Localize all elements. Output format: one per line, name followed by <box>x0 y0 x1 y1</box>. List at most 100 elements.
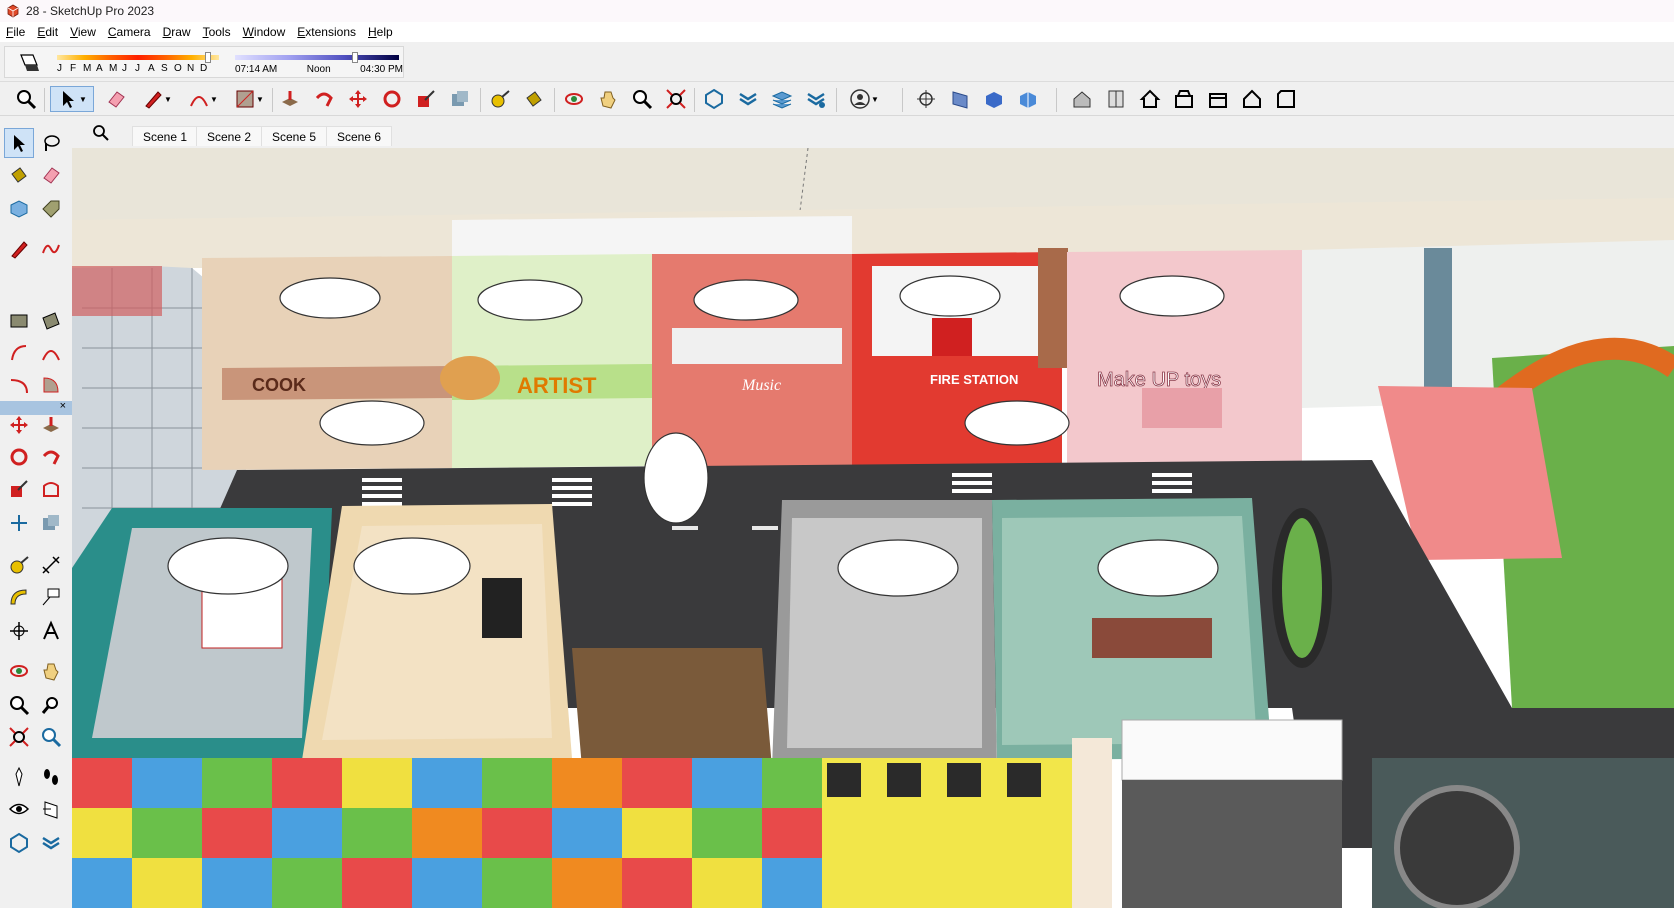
push-pull-tool[interactable] <box>36 410 66 440</box>
back-view-button[interactable] <box>1204 86 1232 112</box>
lasso-tool[interactable] <box>36 128 66 158</box>
pan-tool[interactable] <box>36 656 66 686</box>
freehand-tool[interactable] <box>36 234 66 264</box>
menu-extensions[interactable]: Extensions <box>297 25 356 39</box>
select-tool-button[interactable]: ▼ <box>50 86 94 112</box>
previous-view-tool[interactable] <box>36 722 66 752</box>
display-sections-button[interactable] <box>1014 86 1042 112</box>
line-tool-button[interactable]: ▼ <box>136 86 178 112</box>
arc-tool[interactable] <box>4 338 34 368</box>
offset-tool[interactable] <box>36 474 66 504</box>
warehouse-button[interactable] <box>700 86 728 112</box>
offset-button[interactable] <box>446 86 474 112</box>
rotate-tool[interactable] <box>4 442 34 472</box>
move-tool[interactable] <box>4 410 34 440</box>
menu-view[interactable]: View <box>70 25 96 39</box>
push-pull-button[interactable] <box>276 86 304 112</box>
month-slider-track[interactable] <box>57 55 219 60</box>
look-around-tool[interactable] <box>4 794 34 824</box>
three-point-arc-tool[interactable] <box>4 370 34 400</box>
section-plane-tool[interactable] <box>36 794 66 824</box>
scene-tab-5[interactable]: Scene 5 <box>261 126 328 146</box>
paint-tool[interactable] <box>4 160 34 190</box>
zoom-extents-tool[interactable] <box>4 722 34 752</box>
zoom-window-tool[interactable] <box>36 690 66 720</box>
rotate-button[interactable] <box>378 86 406 112</box>
extension-warehouse-button[interactable] <box>734 86 762 112</box>
line-tool[interactable] <box>4 234 34 264</box>
eraser-button[interactable] <box>102 86 130 112</box>
layers-button[interactable] <box>768 86 796 112</box>
scene-tab-6[interactable]: Scene 6 <box>326 126 393 146</box>
solid-tools[interactable] <box>36 508 66 538</box>
select-tool[interactable] <box>4 128 34 158</box>
menu-file[interactable]: File <box>6 25 25 39</box>
left-view-button[interactable] <box>1238 86 1266 112</box>
zoom-button[interactable] <box>628 86 656 112</box>
text-tool[interactable] <box>36 582 66 612</box>
extension-icon <box>42 836 60 850</box>
extension-warehouse-tool[interactable] <box>36 828 66 858</box>
shadows-toggle-button[interactable] <box>13 51 43 75</box>
menu-camera[interactable]: Camera <box>108 25 151 39</box>
rectangle-tool[interactable] <box>4 306 34 336</box>
axes-tool[interactable] <box>4 616 34 646</box>
paint-bucket-button[interactable] <box>520 86 548 112</box>
zoom-extents-alt-button[interactable] <box>662 86 690 112</box>
arc-tool-button[interactable]: ▼ <box>182 86 224 112</box>
tape-measure-tool[interactable] <box>4 550 34 580</box>
scene-tab-1[interactable]: Scene 1 <box>132 126 199 146</box>
scale-tool[interactable] <box>4 474 34 504</box>
footprints-icon <box>44 769 58 785</box>
shape-tool-button[interactable]: ▼ <box>228 86 270 112</box>
pan-button[interactable] <box>594 86 622 112</box>
orbit-button[interactable] <box>560 86 588 112</box>
extension-manager-button[interactable] <box>802 86 830 112</box>
position-camera-tool[interactable] <box>4 762 34 792</box>
tag-tool[interactable] <box>36 194 66 224</box>
iso-view-button[interactable] <box>1068 86 1096 112</box>
top-view-button[interactable] <box>1102 86 1130 112</box>
scale-button[interactable] <box>412 86 440 112</box>
eraser-tool[interactable] <box>36 160 66 190</box>
component-tool[interactable] <box>4 194 34 224</box>
zoom-tool[interactable] <box>4 690 34 720</box>
scene-tabs-bar: Scene 1 Scene 2 Scene 5 Scene 6 <box>72 120 1674 148</box>
protractor-tool[interactable] <box>4 582 34 612</box>
menu-help[interactable]: Help <box>368 25 393 39</box>
menu-window[interactable]: Window <box>243 25 286 39</box>
time-slider-thumb[interactable] <box>351 52 358 63</box>
time-slider-track[interactable] <box>235 55 399 60</box>
two-point-arc-tool[interactable] <box>36 338 66 368</box>
section-cut-button[interactable] <box>946 86 974 112</box>
month-slider-thumb[interactable] <box>204 52 211 63</box>
move-button[interactable] <box>344 86 372 112</box>
tape-measure-button[interactable] <box>486 86 514 112</box>
orbit-tool[interactable] <box>4 656 34 686</box>
follow-me-icon <box>42 450 60 465</box>
search-icon[interactable] <box>92 124 110 142</box>
3d-text-tool[interactable] <box>36 616 66 646</box>
account-button[interactable]: ▼ <box>842 86 886 112</box>
section-fill-button[interactable] <box>980 86 1008 112</box>
walk-tool[interactable] <box>36 762 66 792</box>
follow-me-button[interactable] <box>310 86 338 112</box>
menu-edit[interactable]: Edit <box>37 25 58 39</box>
warehouse-tool[interactable] <box>4 828 34 858</box>
follow-me-tool[interactable] <box>36 442 66 472</box>
front-view-button[interactable] <box>1136 86 1164 112</box>
model-viewport[interactable]: COOK ARTIST Music FIRE STATION Make UP t… <box>72 148 1674 908</box>
arc-icon <box>11 345 27 361</box>
rotated-rectangle-tool[interactable] <box>36 306 66 336</box>
scene-tab-2[interactable]: Scene 2 <box>196 126 263 146</box>
bottom-view-button[interactable] <box>1272 86 1300 112</box>
right-view-button[interactable] <box>1170 86 1198 112</box>
flip-tool[interactable] <box>4 508 34 538</box>
fire-truck-mural <box>932 318 972 356</box>
zoom-extents-button[interactable] <box>12 86 40 112</box>
dimension-tool[interactable] <box>36 550 66 580</box>
menu-tools[interactable]: Tools <box>203 25 231 39</box>
section-plane-button[interactable] <box>912 86 940 112</box>
menu-draw[interactable]: Draw <box>163 25 191 39</box>
pie-tool[interactable] <box>36 370 66 400</box>
